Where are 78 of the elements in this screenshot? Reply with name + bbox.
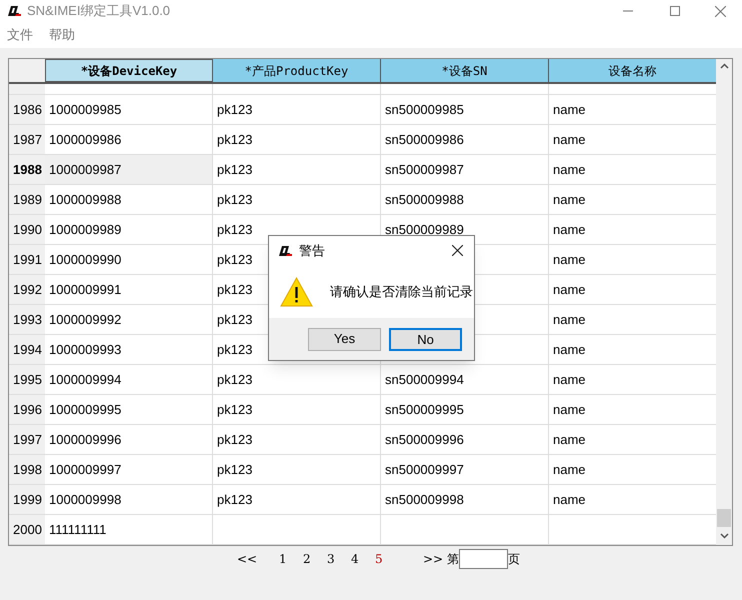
row-number[interactable]: 1987 xyxy=(9,125,45,154)
row-number[interactable]: 1993 xyxy=(9,305,45,334)
scroll-down-icon[interactable] xyxy=(720,533,728,539)
app-logo-icon xyxy=(7,6,21,16)
table-cell: sn500009997 xyxy=(381,455,549,484)
row-number[interactable]: 1991 xyxy=(9,245,45,274)
table-cell: sn500009996 xyxy=(381,425,549,454)
row-number[interactable]: 1990 xyxy=(9,215,45,244)
app-logo-icon xyxy=(278,246,292,256)
scroll-up-icon[interactable] xyxy=(720,63,728,69)
table-cell: sn500009995 xyxy=(381,395,549,424)
row-number[interactable]: 1986 xyxy=(9,95,45,124)
table-cell: 1000009990 xyxy=(45,245,213,274)
table-cell: sn500009998 xyxy=(381,485,549,514)
table-cell: pk123 xyxy=(213,365,381,394)
table-cell: sn500009994 xyxy=(381,365,549,394)
table-cell: 1000009986 xyxy=(45,125,213,154)
table-cell: pk123 xyxy=(213,185,381,214)
table-cell: sn500009985 xyxy=(381,95,549,124)
table-cell: 1000009985 xyxy=(45,95,213,124)
row-number[interactable]: 1995 xyxy=(9,365,45,394)
column-header[interactable]: *设备DeviceKey xyxy=(45,59,213,82)
row-number[interactable]: 1999 xyxy=(9,485,45,514)
table-cell: 1000009988 xyxy=(45,185,213,214)
table-cell: 1000009997 xyxy=(45,455,213,484)
row-number[interactable]: 1996 xyxy=(9,395,45,424)
page-label: 第 xyxy=(447,551,460,568)
scroll-thumb[interactable] xyxy=(717,509,731,527)
table-cell: 1000009989 xyxy=(45,215,213,244)
header-corner xyxy=(9,59,45,82)
page-label: 页 xyxy=(508,551,520,568)
window-title: SN&IMEI绑定工具V1.0.0 xyxy=(27,2,170,20)
last-page-link[interactable]: >> xyxy=(423,550,444,568)
column-header[interactable]: *设备SN xyxy=(381,59,549,82)
row-number[interactable]: 1994 xyxy=(9,335,45,364)
row-number[interactable]: 2000 xyxy=(9,515,45,544)
maximize-icon[interactable] xyxy=(670,6,680,16)
table-cell: pk123 xyxy=(213,485,381,514)
menu-item[interactable]: 文件 xyxy=(7,25,33,45)
table-cell: 1000009987 xyxy=(45,155,213,184)
row-number[interactable]: 1988 xyxy=(9,155,45,184)
dialog-button[interactable]: Yes xyxy=(308,328,381,350)
table-cell: sn500009987 xyxy=(381,155,549,184)
table-cell: 1000009998 xyxy=(45,485,213,514)
table-cell: pk123 xyxy=(213,425,381,454)
table-cell: sn500009986 xyxy=(381,125,549,154)
table-cell: sn500009988 xyxy=(381,185,549,214)
table-cell: 1000009993 xyxy=(45,335,213,364)
warning-icon xyxy=(280,276,313,306)
row-header-background xyxy=(9,84,45,94)
table-cell: 1000009992 xyxy=(45,305,213,334)
table-cell: 1000009995 xyxy=(45,395,213,424)
first-page-link[interactable]: << xyxy=(237,550,273,568)
table-cell: pk123 xyxy=(213,95,381,124)
row-number[interactable]: 1992 xyxy=(9,275,45,304)
page-link[interactable]: 1 xyxy=(273,550,297,568)
dialog-button[interactable]: No xyxy=(389,328,462,350)
scrollbar[interactable] xyxy=(716,59,732,545)
row-number[interactable]: 1998 xyxy=(9,455,45,484)
column-header[interactable]: *产品ProductKey xyxy=(213,59,381,82)
page-link[interactable]: 4 xyxy=(345,550,369,568)
row-number[interactable]: 1989 xyxy=(9,185,45,214)
table-cell: 1000009994 xyxy=(45,365,213,394)
page-input[interactable] xyxy=(459,549,508,569)
column-header[interactable]: 设备名称 xyxy=(549,59,716,82)
table-cell: pk123 xyxy=(213,125,381,154)
page-link[interactable]: 2 xyxy=(297,550,321,568)
page-link[interactable]: 5 xyxy=(369,550,393,568)
menu-item[interactable]: 帮助 xyxy=(49,25,75,45)
row-number[interactable]: 1997 xyxy=(9,425,45,454)
close-icon[interactable] xyxy=(452,245,463,256)
table-cell: pk123 xyxy=(213,155,381,184)
table-cell: 1000009991 xyxy=(45,275,213,304)
table-cell: 111111111 xyxy=(45,515,213,544)
table-cell: pk123 xyxy=(213,395,381,424)
page-link[interactable]: 3 xyxy=(321,550,345,568)
table-cell: pk123 xyxy=(213,455,381,484)
table-cell: 1000009996 xyxy=(45,425,213,454)
